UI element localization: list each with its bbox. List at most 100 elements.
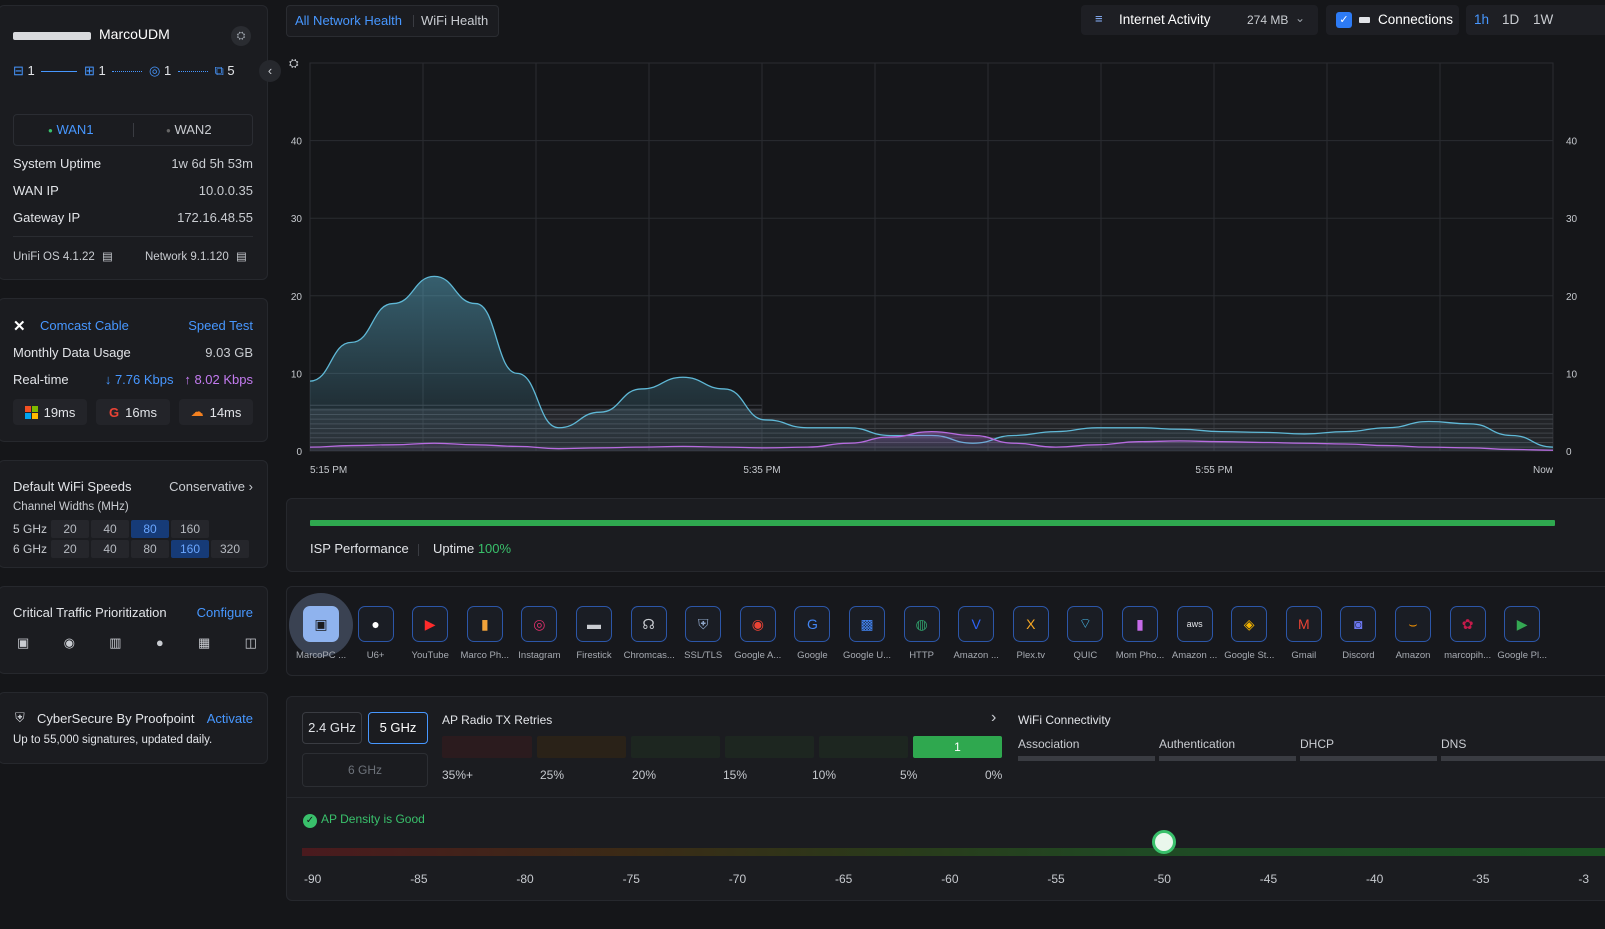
retry-label: 15% xyxy=(723,768,748,782)
device-name[interactable]: MarcoUDM xyxy=(99,26,170,42)
app-icon: ☊ xyxy=(630,606,667,642)
retry-bar-15 xyxy=(725,736,814,758)
app-item[interactable]: ▶ YouTube xyxy=(405,606,455,661)
app-item[interactable]: ✿ marcopih... xyxy=(1443,606,1493,661)
band-5-button[interactable]: 5 GHz xyxy=(368,712,428,744)
app-label: Google xyxy=(797,650,828,661)
gateway-settings-icon[interactable]: ⛭ xyxy=(231,26,251,46)
density-status: ✓ AP Density is Good xyxy=(303,812,425,828)
signal-scale-label: -45 xyxy=(1259,872,1278,886)
width-option[interactable]: 20 xyxy=(51,520,89,538)
retry-bar-5: 1 xyxy=(913,736,1002,758)
app-item[interactable]: ◈ Google St... xyxy=(1224,606,1274,661)
app-icon: ▬ xyxy=(576,606,612,642)
app-item[interactable]: G Google xyxy=(787,606,837,661)
app-item[interactable]: ⌔ QUIC xyxy=(1060,606,1110,661)
band-6-button[interactable]: 6 GHz xyxy=(302,753,428,787)
width-option[interactable]: 80 xyxy=(131,520,169,538)
width-option[interactable]: 40 xyxy=(91,540,129,558)
internet-activity-chart: 0 0 10 10 20 20 30 30 40 40 5:15 PM 5:35 PM 5:55 PM N… xyxy=(291,62,1578,476)
width-option[interactable]: 80 xyxy=(131,540,169,558)
width-option[interactable]: 160 xyxy=(171,520,209,538)
range-1d[interactable]: 1D xyxy=(1502,12,1519,27)
activate-button[interactable]: Activate xyxy=(207,711,253,726)
signal-scale-label: -50 xyxy=(1153,872,1171,886)
app-item[interactable]: X Plex.tv xyxy=(1006,606,1056,661)
app-label: Amazon ... xyxy=(1171,650,1218,661)
y-tick-label: 30 xyxy=(291,214,303,225)
signal-scale-label: -70 xyxy=(728,872,747,886)
activity-selector[interactable]: ≡ Internet Activity 274 MB ⌄ xyxy=(1081,5,1318,35)
wan1-tab[interactable]: ● WAN1 xyxy=(48,122,94,137)
app-item[interactable]: ▶ Google Pl... xyxy=(1497,606,1547,661)
release-notes-icon[interactable]: ▤ xyxy=(236,251,247,263)
chevron-right-icon: › xyxy=(248,479,253,494)
tab-wifi-health[interactable]: WiFi Health xyxy=(421,13,488,28)
width-option[interactable]: 40 xyxy=(91,520,129,538)
isp-name[interactable]: Comcast Cable xyxy=(40,318,129,333)
app-item[interactable]: ⛨ SSL/TLS xyxy=(678,606,728,661)
wifi-speeds-mode[interactable]: Conservative › xyxy=(169,479,253,494)
app-item[interactable]: ▩ Google U... xyxy=(842,606,892,661)
app-icon-4: ● xyxy=(155,635,164,650)
chevron-right-icon[interactable]: › xyxy=(991,709,996,727)
app-item[interactable]: ▮ Marco Ph... xyxy=(460,606,510,661)
app-label: Google Pl... xyxy=(1497,650,1547,661)
app-item[interactable]: ⌣ Amazon xyxy=(1388,606,1438,661)
release-notes-icon[interactable]: ▤ xyxy=(102,251,113,263)
download-icon: ↓ xyxy=(104,372,112,387)
signal-scale-label: -35 xyxy=(1472,872,1490,886)
os-version[interactable]: UniFi OS 4.1.22 ▤ xyxy=(13,249,113,263)
app-icon: ⌔ xyxy=(1067,606,1104,642)
app-item[interactable]: ◎ Instagram xyxy=(514,606,564,661)
y-tick-label: 0 xyxy=(296,447,302,458)
app-label: HTTP xyxy=(909,650,934,661)
app-label: U6+ xyxy=(366,650,385,661)
connections-label: Connections xyxy=(1378,12,1454,27)
udm-device-icon xyxy=(13,32,91,40)
connections-toggle[interactable]: ✓ Connections xyxy=(1326,5,1459,35)
uptime-bar xyxy=(310,520,1555,526)
retry-label: 35%+ xyxy=(442,768,474,782)
app-item[interactable]: aws Amazon ... xyxy=(1170,606,1220,661)
retry-bar-25 xyxy=(537,736,626,758)
app-icon: ▶ xyxy=(412,606,449,642)
app-item[interactable]: ▬ Firestick xyxy=(569,606,619,661)
app-item[interactable]: ▣ MarcoPC ... xyxy=(296,606,346,661)
app-item[interactable]: ☊ Chromcas... xyxy=(624,606,674,661)
app-item[interactable]: M Gmail xyxy=(1279,606,1329,661)
width-option[interactable]: 320 xyxy=(211,540,249,558)
isp-performance-card: ISP Performance Uptime 100% xyxy=(286,498,1605,572)
step-association: Association xyxy=(1018,737,1080,751)
collapse-sidebar-button[interactable]: ‹ xyxy=(259,60,281,82)
cyber-desc: Up to 55,000 signatures, updated daily. xyxy=(13,734,213,746)
speed-test-button[interactable]: Speed Test xyxy=(188,318,253,333)
connections-legend-icon xyxy=(1359,17,1370,23)
ctp-title: Critical Traffic Prioritization xyxy=(13,605,167,620)
y-tick-label-right: 10 xyxy=(1566,369,1578,380)
app-item[interactable]: ◙ Discord xyxy=(1333,606,1383,661)
width-option[interactable]: 20 xyxy=(51,540,89,558)
band-2-4-button[interactable]: 2.4 GHz xyxy=(302,712,362,744)
app-item[interactable]: ▮ Mom Pho... xyxy=(1115,606,1165,661)
app-item[interactable]: V Amazon ... xyxy=(951,606,1001,661)
app-item[interactable]: ◍ HTTP xyxy=(897,606,947,661)
configure-button[interactable]: Configure xyxy=(197,605,253,620)
ap-icon: ◎ xyxy=(149,63,161,78)
checkbox-icon[interactable]: ✓ xyxy=(1336,12,1352,28)
app-label: Chromcas... xyxy=(623,650,674,661)
retry-label: 10% xyxy=(812,768,837,782)
tab-all-network-health[interactable]: All Network Health xyxy=(295,13,402,28)
retry-bar-10 xyxy=(819,736,908,758)
cybersecure-card: ⛨ CyberSecure By Proofpoint Activate Up … xyxy=(0,692,268,764)
app-item[interactable]: ◉ Google A... xyxy=(733,606,783,661)
range-1w[interactable]: 1W xyxy=(1533,12,1553,27)
app-icon: ◍ xyxy=(903,606,940,642)
range-1h[interactable]: 1h xyxy=(1474,12,1489,27)
density-marker[interactable] xyxy=(1151,830,1176,854)
width-option[interactable]: 160 xyxy=(171,540,209,558)
wan2-tab[interactable]: ● WAN2 xyxy=(166,122,212,137)
retry-bar-35 xyxy=(442,736,532,758)
app-item[interactable]: ● U6+ xyxy=(351,606,401,661)
network-version[interactable]: Network 9.1.120 ▤ xyxy=(145,249,247,263)
